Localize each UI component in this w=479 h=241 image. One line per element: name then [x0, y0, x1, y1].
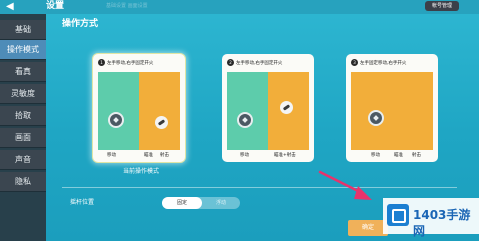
card-label: 移动	[107, 153, 116, 158]
sidebar-item-privacy[interactable]: 隐私	[0, 172, 46, 192]
sidebar-item-view[interactable]: 看真	[0, 62, 46, 82]
section-title: 操作方式	[62, 19, 99, 29]
watermark-text: 1403手游网	[413, 208, 471, 238]
annotation-arrow-icon	[318, 170, 372, 200]
sidebar-item-basic[interactable]: 基础	[0, 20, 46, 40]
card-label: 瞄准	[394, 153, 403, 158]
fire-button-icon	[280, 101, 293, 114]
sidebar-item-graphics[interactable]: 画面	[0, 128, 46, 148]
account-button[interactable]: 帐号管理	[425, 1, 459, 11]
card-label: 瞄准+射击	[274, 153, 296, 158]
card-number: 3	[351, 59, 358, 66]
card-labels: 移动 瞄准 射击	[346, 152, 438, 160]
card-number: 1	[98, 59, 105, 66]
card-label: 移动	[371, 153, 380, 158]
faint-tab-text: 基础设置 画面设置	[106, 3, 148, 9]
card-label: 射击	[412, 153, 421, 158]
full-zone	[351, 72, 433, 150]
fire-zone	[139, 72, 180, 150]
mode-card-2[interactable]: 2 左手移动,右手固定开火 移动 瞄准+射击	[222, 54, 314, 162]
current-mode-label: 当前操作模式	[122, 168, 159, 175]
back-arrow-icon[interactable]: ◀	[6, 1, 16, 12]
card-label: 瞄准	[144, 153, 153, 158]
card-title: 2 左手移动,右手固定开火	[227, 59, 282, 68]
sidebar-item-sound[interactable]: 声音	[0, 150, 46, 170]
joystick-icon	[368, 110, 384, 126]
mode-card-3[interactable]: 3 左手固定移动,右手开火 移动 瞄准 射击	[346, 54, 438, 162]
toggle-fixed-option[interactable]: 固定	[162, 197, 202, 209]
sidebar-item-control-mode[interactable]: 操作模式	[0, 40, 46, 60]
card-label: 移动	[240, 153, 249, 158]
top-bar: ◀ 设置 基础设置 画面设置 帐号管理	[0, 0, 479, 14]
card-title: 3 左手固定移动,右手开火	[351, 59, 406, 68]
card-title-text: 左手移动,右手固定开火	[107, 61, 154, 66]
confirm-button[interactable]: 确定	[348, 220, 388, 236]
joystick-icon	[237, 112, 253, 128]
card-labels: 移动 瞄准+射击	[222, 152, 314, 160]
sidebar-item-pickup[interactable]: 拾取	[0, 106, 46, 126]
sidebar: 基础 操作模式 看真 灵敏度 拾取 画面 声音 隐私	[0, 14, 46, 241]
card-title-text: 左手移动,右手固定开火	[236, 61, 283, 66]
sidebar-item-sensitivity[interactable]: 灵敏度	[0, 84, 46, 104]
site-watermark: 1403手游网	[383, 198, 479, 238]
watermark-logo-icon	[387, 204, 409, 226]
joystick-position-label: 摇杆位置	[70, 199, 95, 206]
page-title: 设置	[46, 1, 65, 11]
fire-button-icon	[155, 116, 168, 129]
move-zone	[227, 72, 268, 150]
card-labels: 移动 瞄准 射击	[93, 152, 185, 160]
card-label: 射击	[160, 153, 169, 158]
card-title: 1 左手移动,右手固定开火	[98, 59, 153, 68]
card-number: 2	[227, 59, 234, 66]
toggle-floating-option[interactable]: 浮动	[202, 197, 240, 209]
mode-card-1[interactable]: 1 左手移动,右手固定开火 移动 瞄准 射击	[93, 54, 185, 162]
move-zone	[98, 72, 139, 150]
divider	[62, 187, 457, 188]
card-title-text: 左手固定移动,右手开火	[360, 61, 407, 66]
joystick-position-toggle[interactable]: 固定 浮动	[162, 197, 240, 209]
joystick-icon	[108, 112, 124, 128]
